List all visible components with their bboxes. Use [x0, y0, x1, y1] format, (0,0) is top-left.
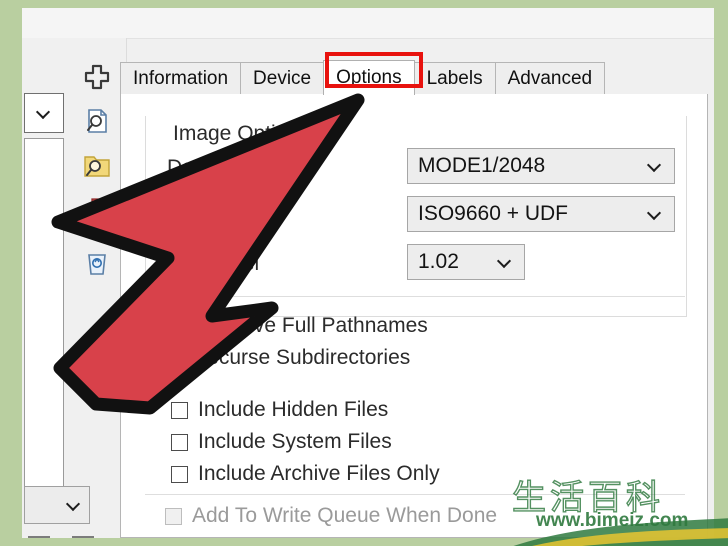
section-divider — [145, 494, 685, 495]
chevron-down-icon — [648, 159, 662, 173]
left-list-box[interactable] — [24, 138, 64, 488]
checkbox-recurse-subdirectories[interactable]: Recurse Subdirectories — [165, 346, 410, 370]
iso-level-dropdown[interactable]: 1.02 — [407, 244, 525, 280]
bookmark-icon[interactable] — [82, 194, 112, 224]
checkbox-label: Add To Write Queue When Done — [192, 504, 498, 527]
tool-icon-column — [74, 38, 126, 538]
chevron-down-icon — [648, 207, 662, 221]
iso-level-value: 1.02 — [418, 250, 459, 273]
checkbox-label: Include System Files — [198, 430, 392, 453]
checkbox-icon[interactable] — [171, 401, 188, 419]
tab-advanced[interactable]: Advanced — [494, 62, 606, 95]
file-system-label: File System — [167, 204, 277, 227]
iso-level-label: ISO Level — [167, 252, 260, 275]
checkbox-preserve-full-pathnames[interactable]: Preserve Full Pathnames — [165, 314, 428, 338]
find-folder-icon[interactable] — [82, 150, 112, 180]
chevron-down-icon — [37, 106, 51, 120]
tab-labels[interactable]: Labels — [413, 62, 496, 95]
file-system-dropdown[interactable]: ISO9660 + UDF — [407, 196, 675, 232]
checkbox-include-hidden-files[interactable]: Include Hidden Files — [171, 398, 388, 422]
checkbox-icon[interactable] — [165, 317, 182, 335]
checkbox-icon — [165, 507, 182, 525]
checkbox-icon[interactable] — [165, 349, 182, 367]
checkbox-add-to-write-queue-when-done: Add To Write Queue When Done — [165, 504, 497, 528]
data-type-value: MODE1/2048 — [418, 154, 546, 177]
file-system-value: ISO9660 + UDF — [418, 202, 568, 225]
screenshot-root: Information Device Options Labels Advanc… — [0, 0, 728, 546]
checkbox-label: Preserve Full Pathnames — [192, 314, 428, 337]
image-options-group-title: Image Options — [167, 122, 316, 146]
move-down-icon[interactable] — [68, 534, 98, 538]
options-tab-page: Image Options Data Type File System ISO … — [120, 94, 708, 538]
checkbox-label: Include Hidden Files — [198, 398, 389, 421]
window-top-strip — [22, 8, 714, 39]
find-file-icon[interactable] — [82, 106, 112, 136]
left-top-dropdown[interactable] — [24, 93, 64, 133]
section-divider — [145, 296, 685, 297]
tab-device[interactable]: Device — [240, 62, 325, 95]
checkbox-include-system-files[interactable]: Include System Files — [171, 430, 392, 454]
move-up-icon[interactable] — [24, 534, 54, 538]
recycle-bin-icon[interactable] — [82, 248, 112, 278]
left-tool-panel — [22, 38, 127, 538]
checkbox-icon[interactable] — [171, 465, 188, 483]
application-window: Information Device Options Labels Advanc… — [22, 8, 714, 538]
checkbox-label: Recurse Subdirectories — [192, 346, 411, 369]
tab-options[interactable]: Options — [323, 60, 415, 95]
tab-strip: Information Device Options Labels Advanc… — [120, 60, 606, 95]
tab-information[interactable]: Information — [120, 62, 242, 95]
reorder-buttons — [24, 534, 114, 538]
data-type-label: Data Type — [167, 156, 263, 179]
chevron-down-icon — [498, 255, 512, 269]
checkbox-icon[interactable] — [171, 433, 188, 451]
add-plus-icon[interactable] — [82, 62, 112, 92]
checkbox-label: Include Archive Files Only — [198, 462, 440, 485]
green-leaf-icon[interactable] — [82, 348, 112, 378]
data-type-dropdown[interactable]: MODE1/2048 — [407, 148, 675, 184]
checkbox-include-archive-files-only[interactable]: Include Archive Files Only — [171, 462, 440, 486]
